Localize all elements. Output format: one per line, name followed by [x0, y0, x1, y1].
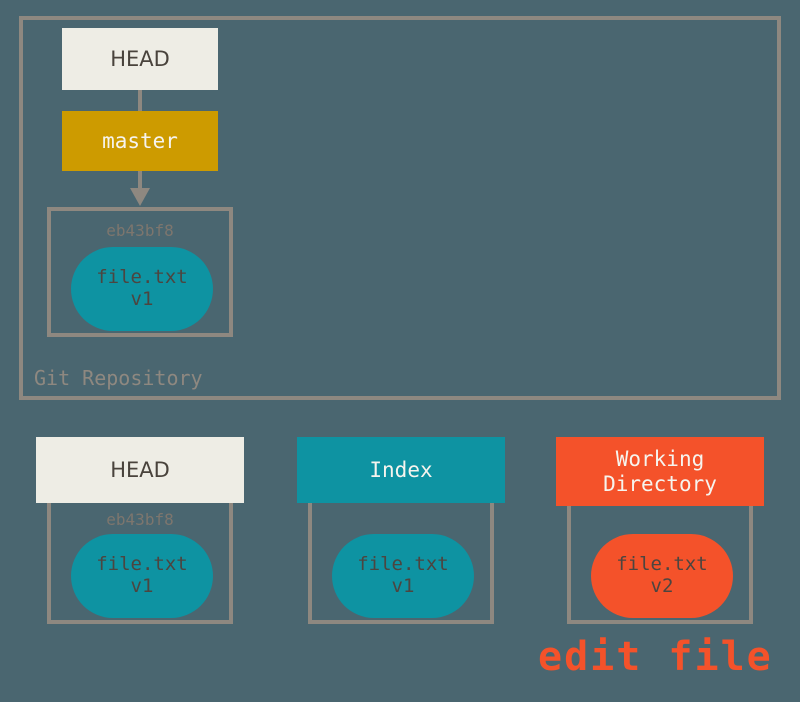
- repo-commit-blob-version: v1: [130, 288, 154, 310]
- area-working-directory-body: file.txt v2: [567, 498, 753, 624]
- area-index-title: Index: [369, 457, 433, 482]
- area-working-directory-title-line1: Working: [615, 446, 705, 471]
- area-index-blob: file.txt v1: [332, 534, 474, 618]
- repo-commit-sha: eb43bf8: [106, 221, 174, 240]
- area-head-blob-version: v1: [130, 575, 154, 597]
- area-head-header: HEAD: [36, 437, 244, 503]
- area-working-directory-blob-filename: file.txt: [616, 553, 708, 576]
- repo-commit-blob-filename: file.txt: [96, 266, 188, 289]
- git-repository-label: Git Repository: [34, 366, 203, 390]
- area-index-body: file.txt v1: [308, 496, 494, 624]
- area-working-directory-blob: file.txt v2: [591, 534, 733, 618]
- repo-master-branch-label: master: [102, 129, 178, 153]
- area-head-blob: file.txt v1: [71, 534, 213, 618]
- repo-commit-box: eb43bf8 file.txt v1: [47, 207, 233, 337]
- repo-head-box: HEAD: [62, 28, 218, 90]
- area-head-blob-filename: file.txt: [96, 553, 188, 576]
- area-working-directory-blob-version: v2: [650, 575, 674, 597]
- area-working-directory-title-line2: Directory: [603, 471, 717, 496]
- edit-file-caption: edit file: [538, 634, 773, 680]
- area-index-header: Index: [297, 437, 505, 503]
- repo-master-branch-box: master: [62, 111, 218, 171]
- area-working-directory-header: Working Directory: [556, 437, 764, 506]
- master-to-commit-arrow-head-icon: [130, 188, 150, 206]
- area-head-sha: eb43bf8: [106, 510, 174, 529]
- head-to-master-connector: [138, 90, 142, 111]
- repo-commit-blob: file.txt v1: [71, 247, 213, 331]
- area-index-blob-filename: file.txt: [357, 553, 449, 576]
- area-index-blob-version: v1: [391, 575, 415, 597]
- area-head-title: HEAD: [110, 457, 170, 482]
- area-head-body: eb43bf8 file.txt v1: [47, 496, 233, 624]
- repo-head-label: HEAD: [110, 47, 170, 71]
